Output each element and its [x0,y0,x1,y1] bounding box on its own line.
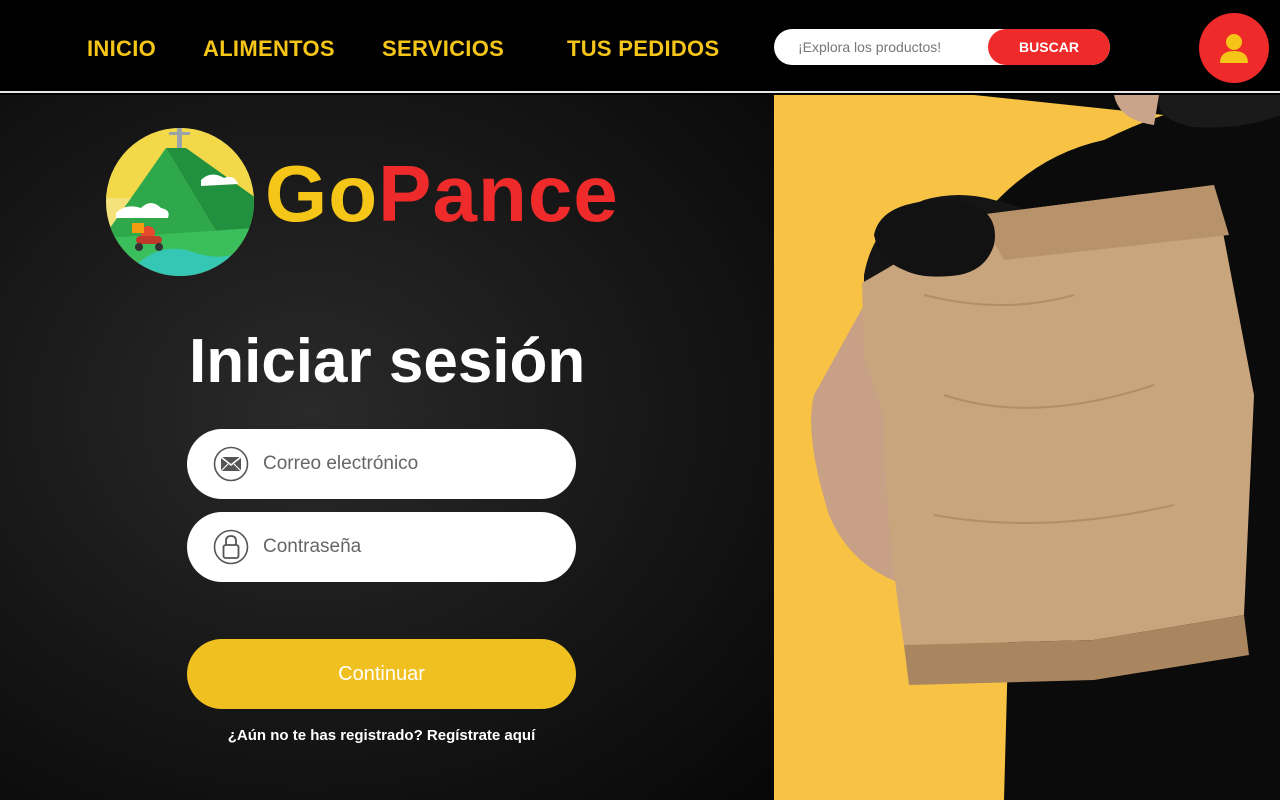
gopance-logo-emblem [106,128,254,276]
continue-button[interactable]: Continuar [187,639,576,709]
envelope-icon [213,446,249,482]
nav-item-alimentos[interactable]: ALIMENTOS [203,36,335,62]
hero-image-delivery [774,95,1280,800]
login-title: Iniciar sesión [189,327,586,396]
lock-icon [213,529,249,565]
search-bar: BUSCAR [774,29,1110,65]
nav-item-tus-pedidos[interactable]: TUS PEDIDOS [567,36,719,62]
brand-pance: Pance [378,149,619,238]
search-button[interactable]: BUSCAR [988,29,1110,65]
user-icon [1220,34,1248,63]
gopance-logo-text: GoPance [265,154,619,234]
delivery-person-illustration [811,95,1280,800]
account-avatar-button[interactable] [1199,13,1269,83]
top-navigation-bar: INICIO ALIMENTOS SERVICIOS TUS PEDIDOS B… [0,0,1280,93]
nav-item-inicio[interactable]: INICIO [87,36,156,62]
brand-go: Go [265,149,379,238]
nav-item-servicios[interactable]: SERVICIOS [382,36,504,62]
register-link[interactable]: ¿Aún no te has registrado? Regístrate aq… [187,727,576,744]
email-input[interactable] [259,429,563,499]
email-field [187,429,576,499]
password-input[interactable] [259,512,563,582]
password-field [187,512,576,582]
search-input[interactable] [774,29,988,65]
